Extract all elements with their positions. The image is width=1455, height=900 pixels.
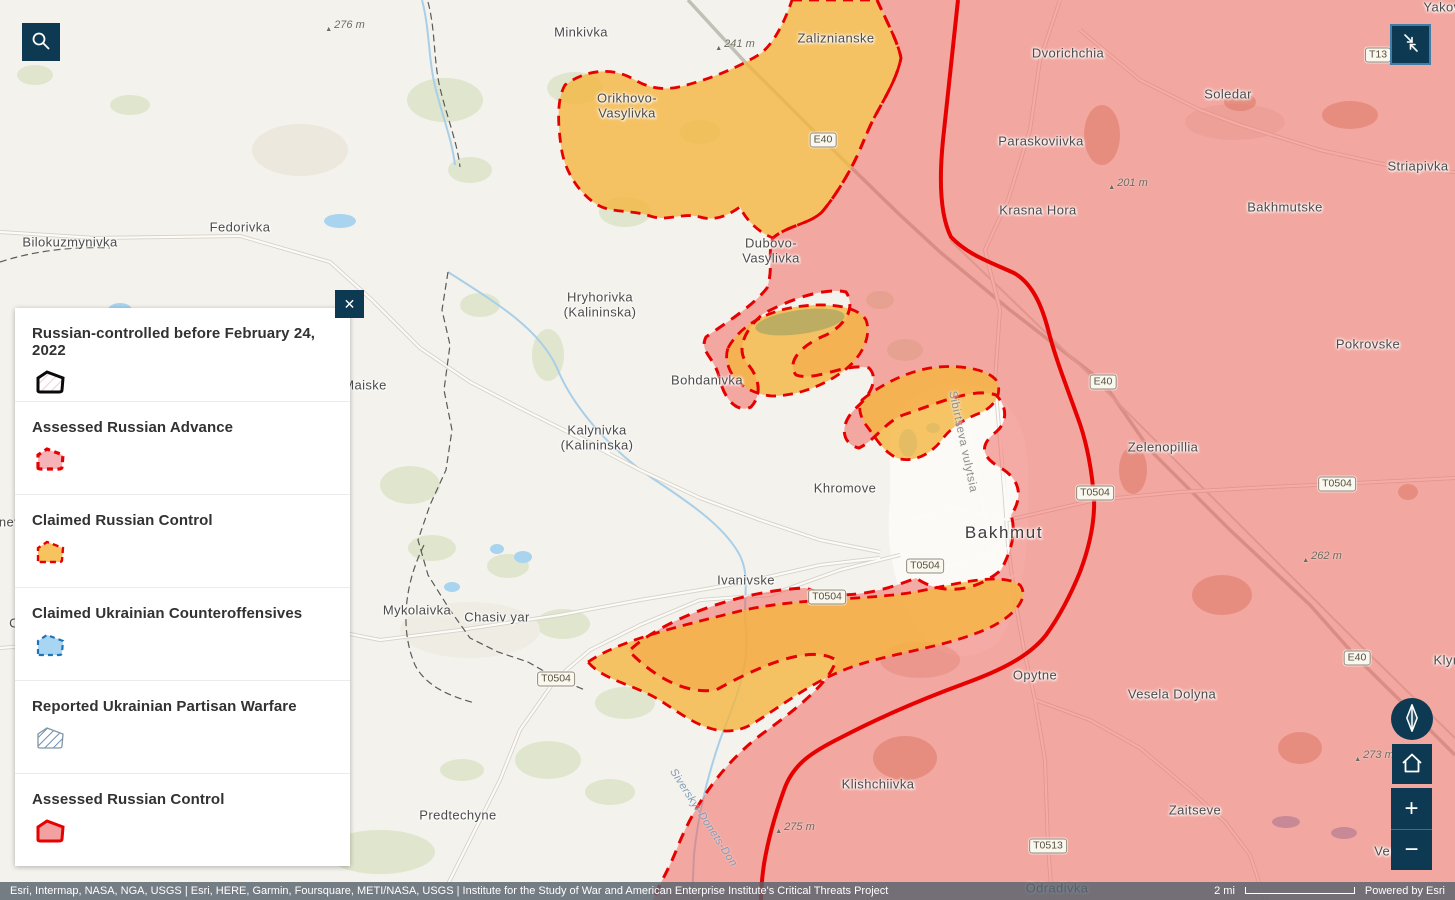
- legend-swatch-assessed-russian: [36, 819, 65, 843]
- legend-close-button[interactable]: ✕: [335, 290, 364, 318]
- legend-panel: Russian-controlled before February 24, 2…: [15, 308, 350, 866]
- legend-item: Assessed Russian Control: [15, 773, 350, 866]
- legend-item-label: Assessed Russian Control: [32, 791, 225, 808]
- scale-label: 2 mi: [1214, 885, 1235, 897]
- scale-bar: [1244, 887, 1355, 894]
- compass-button[interactable]: [1391, 698, 1433, 740]
- powered-by-esri: Powered by Esri: [1364, 885, 1445, 897]
- legend-item: Assessed Russian Advance: [15, 401, 350, 494]
- collapse-button[interactable]: [1390, 24, 1431, 65]
- legend-item: Claimed Ukrainian Counteroffensives: [15, 587, 350, 680]
- home-button[interactable]: [1392, 744, 1432, 784]
- home-icon: [1399, 750, 1425, 779]
- compass-icon: [1397, 702, 1427, 737]
- search-button[interactable]: [22, 23, 60, 61]
- legend-swatch-prewar-outline: [36, 370, 65, 394]
- legend-item-label: Claimed Ukrainian Counteroffensives: [32, 605, 303, 622]
- collapse-icon: [1396, 28, 1426, 61]
- legend-item-label: Reported Ukrainian Partisan Warfare: [32, 698, 297, 715]
- legend-swatch-assessed-advance: [36, 447, 65, 471]
- legend-item: Claimed Russian Control: [15, 494, 350, 587]
- legend-item-label: Russian-controlled before February 24, 2…: [32, 325, 316, 359]
- search-icon: [29, 29, 53, 56]
- legend-item-label: Assessed Russian Advance: [32, 419, 234, 436]
- legend-swatch-claimed-russian: [36, 540, 65, 564]
- attribution-sources: Esri, Intermap, NASA, NGA, USGS | Esri, …: [10, 885, 889, 897]
- attribution-bar: Esri, Intermap, NASA, NGA, USGS | Esri, …: [0, 882, 1455, 900]
- zoom-controls: + −: [1391, 788, 1432, 870]
- legend-swatch-claimed-ukrainian: [36, 633, 65, 657]
- legend-item-label: Claimed Russian Control: [32, 512, 213, 529]
- zoom-out-button[interactable]: −: [1391, 829, 1432, 870]
- legend-item: Russian-controlled before February 24, 2…: [15, 308, 350, 401]
- legend-swatch-partisan-warfare: [37, 727, 64, 749]
- legend-item: Reported Ukrainian Partisan Warfare: [15, 680, 350, 773]
- zoom-in-button[interactable]: +: [1391, 788, 1432, 829]
- map-application: Minkivka Zaliznianske Dvorichchia Soledar Pa…: [0, 0, 1455, 900]
